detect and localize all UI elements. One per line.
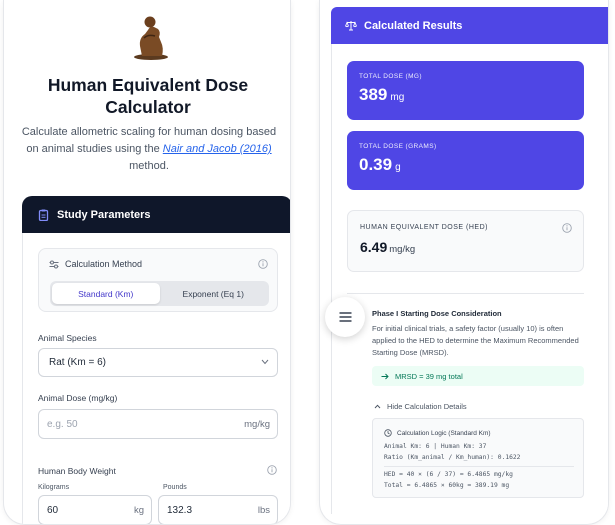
method-toggle: Standard (Km) Exponent (Eq 1) <box>50 281 269 306</box>
stat-label: TOTAL DOSE (MG) <box>359 73 422 80</box>
stat-value: 389 mg <box>359 85 584 105</box>
species-value: Rat (Km = 6) <box>49 357 106 368</box>
results-card: Calculated Results TOTAL DOSE (MG) 389 mg… <box>319 0 609 525</box>
species-label: Animal Species <box>38 333 97 343</box>
calculator-card: Human Equivalent Dose Calculator Calcula… <box>3 0 291 525</box>
total-mg-unit: mg <box>390 92 405 103</box>
kilograms-unit: kg <box>133 504 144 516</box>
study-parameters-header: Study Parameters <box>22 196 290 233</box>
info-icon[interactable] <box>258 259 268 269</box>
phase-description: For initial clinical trials, a safety fa… <box>372 324 579 357</box>
results-header: Calculated Results <box>331 7 608 44</box>
reference-link[interactable]: Nair and Jacob (2016) <box>163 143 272 155</box>
hed-value-row: 6.49 mg/kg <box>360 239 583 255</box>
species-select[interactable]: Rat (Km = 6) <box>38 348 278 377</box>
chevron-up-icon <box>374 404 381 409</box>
mrsd-text: MRSD = 39 mg total <box>395 371 463 381</box>
total-g-unit: g <box>395 162 401 173</box>
logic-line: Animal Km: 6 | Human Km: 37 <box>384 443 487 450</box>
weight-label: Human Body Weight <box>38 466 116 476</box>
logic-line: HED = 40 × (6 / 37) = 6.4865 mg/kg <box>384 471 513 478</box>
clipboard-icon <box>38 209 49 221</box>
logic-title: Calculation Logic (Standard Km) <box>384 429 491 437</box>
hed-label: HUMAN EQUIVALENT DOSE (HED) <box>360 224 488 231</box>
hide-details-label: Hide Calculation Details <box>387 402 467 411</box>
menu-icon <box>339 312 351 322</box>
logic-title-text: Calculation Logic (Standard Km) <box>397 429 491 437</box>
hed-unit: mg/kg <box>389 244 416 255</box>
calculation-method-group: Calculation Method Standard (Km) Exponen… <box>38 248 278 312</box>
logic-line: Total = 6.4865 × 60kg = 389.19 mg <box>384 482 510 489</box>
pounds-value: 132.3 <box>167 504 193 516</box>
title-line: Calculator <box>105 97 191 117</box>
dose-label: Animal Dose (mg/kg) <box>38 393 118 403</box>
calculation-logic-box: Calculation Logic (Standard Km) Animal K… <box>372 418 584 498</box>
statue-logo <box>134 16 168 60</box>
divider <box>347 293 584 294</box>
hed-value: 6.49 <box>360 239 388 255</box>
total-mg-value: 389 <box>359 85 388 104</box>
kilograms-label: Kilograms <box>38 484 70 491</box>
kilograms-input[interactable]: 60 kg <box>38 495 152 524</box>
phase-title: Phase I Starting Dose Consideration <box>372 309 502 318</box>
dose-unit: mg/kg <box>244 418 270 430</box>
subtitle-text: method. <box>129 160 169 172</box>
section-title: Study Parameters <box>57 208 151 221</box>
scale-icon <box>345 21 357 31</box>
info-icon[interactable] <box>267 465 277 475</box>
study-parameters-body: Calculation Method Standard (Km) Exponen… <box>22 233 290 524</box>
clock-icon <box>384 429 392 437</box>
pounds-unit: lbs <box>257 504 270 516</box>
logic-line: Ratio (Km_animal / Km_human): 0.1622 <box>384 454 521 461</box>
kilograms-value: 60 <box>47 504 59 516</box>
section-title: Calculated Results <box>364 19 463 32</box>
total-g-value: 0.39 <box>359 155 393 174</box>
mrsd-badge: MRSD = 39 mg total <box>372 366 584 386</box>
page-title: Human Equivalent Dose Calculator <box>4 74 290 118</box>
method-label-text: Calculation Method <box>65 259 143 269</box>
hed-card: HUMAN EQUIVALENT DOSE (HED) 6.49 mg/kg <box>347 210 584 272</box>
stat-label: TOTAL DOSE (GRAMS) <box>359 143 437 150</box>
pounds-input[interactable]: 132.3 lbs <box>158 495 278 524</box>
dose-placeholder: e.g. 50 <box>47 418 78 430</box>
stat-value: 0.39 g <box>359 155 584 175</box>
results-body: TOTAL DOSE (MG) 389 mg TOTAL DOSE (GRAMS)… <box>331 44 608 514</box>
hide-details-toggle[interactable]: Hide Calculation Details <box>374 402 467 411</box>
arrow-right-icon <box>381 373 389 379</box>
menu-button[interactable] <box>325 297 365 337</box>
method-label: Calculation Method <box>49 259 142 269</box>
pounds-label: Pounds <box>163 484 187 491</box>
chevron-down-icon <box>261 359 269 365</box>
method-standard-option[interactable]: Standard (Km) <box>52 283 160 304</box>
total-dose-mg-card: TOTAL DOSE (MG) 389 mg <box>347 61 584 120</box>
method-exponent-option[interactable]: Exponent (Eq 1) <box>160 283 268 304</box>
animal-dose-input[interactable]: e.g. 50 mg/kg <box>38 409 278 439</box>
divider <box>384 466 574 467</box>
page-subtitle: Calculate allometric scaling for human d… <box>18 124 280 175</box>
total-dose-grams-card: TOTAL DOSE (GRAMS) 0.39 g <box>347 131 584 190</box>
title-line: Human Equivalent Dose <box>47 75 249 95</box>
sliders-icon <box>49 260 59 268</box>
info-icon[interactable] <box>562 223 572 233</box>
